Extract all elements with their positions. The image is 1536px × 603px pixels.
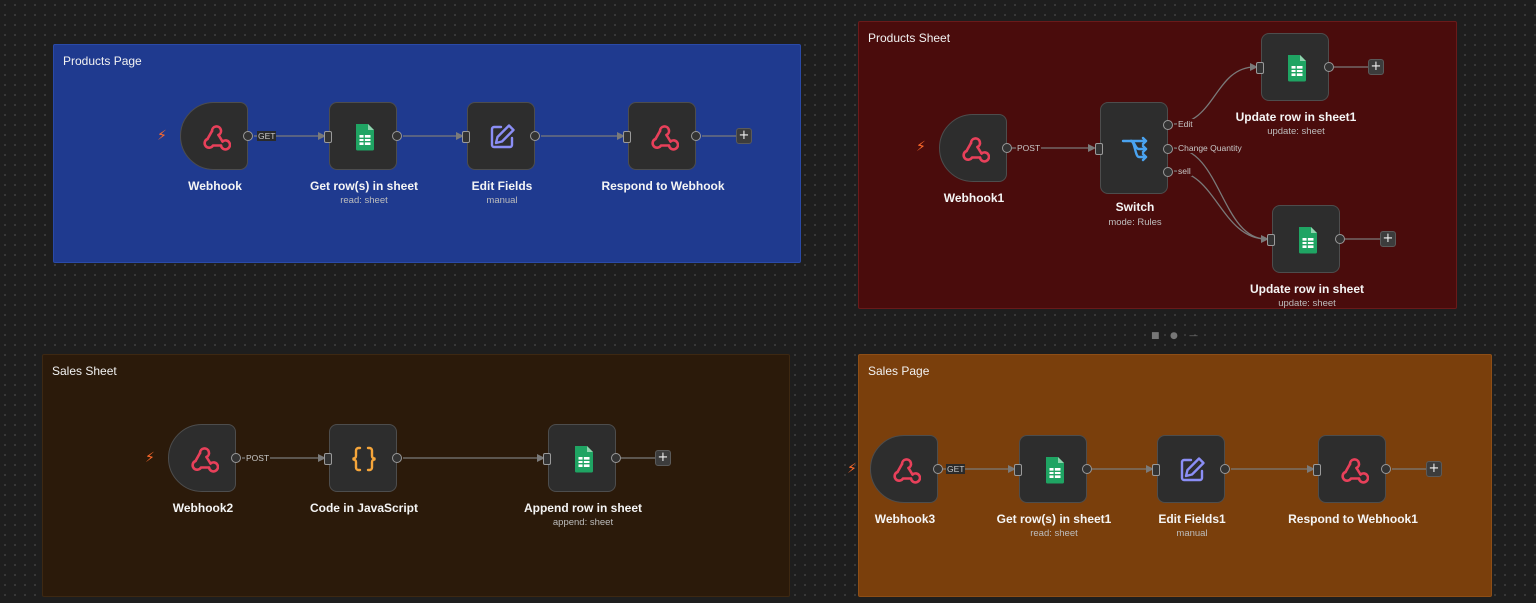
webhook-icon: [889, 454, 921, 486]
node-title: Switch: [1115, 200, 1155, 214]
add-node-button[interactable]: +: [736, 128, 752, 144]
node-webhook2[interactable]: Webhook2: [168, 424, 241, 515]
switch-icon: [1119, 133, 1151, 165]
node-title: Code in JavaScript: [309, 501, 419, 515]
node-get-rows1[interactable]: Get row(s) in sheet1 read: sheet: [997, 435, 1111, 539]
add-node-button[interactable]: +: [1368, 59, 1384, 75]
node-subtitle: update: sheet: [1278, 298, 1336, 309]
edge-label-get-2: GET: [946, 464, 966, 474]
group-title: Sales Sheet: [52, 364, 117, 378]
node-webhook1[interactable]: Webhook1: [939, 114, 1012, 205]
input-port[interactable]: [1095, 143, 1103, 155]
group-title: Sales Page: [868, 364, 930, 378]
output-port[interactable]: [392, 453, 402, 463]
output-port[interactable]: [243, 131, 253, 141]
input-port[interactable]: [1014, 464, 1022, 476]
edge-label-sell: sell: [1177, 166, 1192, 176]
output-port[interactable]: [691, 131, 701, 141]
group-sales-sheet[interactable]: Sales Sheet: [42, 354, 790, 597]
output-port-sell[interactable]: [1163, 167, 1173, 177]
node-title: Respond to Webhook: [601, 179, 725, 193]
webhook-icon: [1337, 454, 1369, 486]
edge-label-get: GET: [257, 131, 277, 141]
trigger-bolt-icon: ⚡: [145, 450, 155, 466]
node-switch[interactable]: Switch mode: Rules: [1095, 102, 1173, 228]
group-title: Products Sheet: [868, 31, 951, 45]
add-node-button[interactable]: +: [1426, 461, 1442, 477]
node-webhook[interactable]: Webhook: [180, 102, 253, 193]
google-sheets-icon: [1038, 454, 1070, 486]
input-port[interactable]: [462, 131, 470, 143]
webhook-icon: [187, 443, 219, 475]
google-sheets-icon: [1291, 224, 1323, 256]
output-port[interactable]: [530, 131, 540, 141]
output-port-edit[interactable]: [1163, 120, 1173, 130]
webhook-icon: [958, 133, 990, 165]
node-edit-fields[interactable]: Edit Fields manual: [462, 102, 540, 206]
output-port[interactable]: [1324, 62, 1334, 72]
google-sheets-icon: [1280, 52, 1312, 84]
output-port[interactable]: [611, 453, 621, 463]
node-subtitle: update: sheet: [1267, 126, 1325, 137]
trigger-bolt-icon: ⚡: [916, 139, 926, 155]
input-port[interactable]: [1313, 464, 1321, 476]
webhook-icon: [199, 121, 231, 153]
input-port[interactable]: [324, 131, 332, 143]
output-port[interactable]: [933, 464, 943, 474]
output-port[interactable]: [1335, 234, 1345, 244]
node-get-rows[interactable]: Get row(s) in sheet read: sheet: [310, 102, 418, 206]
node-subtitle: append: sheet: [552, 517, 614, 528]
node-title: Respond to Webhook1: [1288, 512, 1418, 526]
edge-label-post: POST: [1016, 143, 1042, 153]
input-port[interactable]: [324, 453, 332, 465]
node-webhook3[interactable]: Webhook3: [870, 435, 943, 526]
trigger-bolt-icon: ⚡: [847, 461, 857, 477]
trigger-bolt-icon: ⚡: [157, 128, 167, 144]
webhook-icon: [647, 121, 679, 153]
node-edit-fields1[interactable]: Edit Fields1 manual: [1152, 435, 1230, 539]
edit-icon: [486, 121, 518, 153]
input-port[interactable]: [1256, 62, 1264, 74]
code-icon: [348, 443, 380, 475]
node-title: Update row in sheet: [1249, 282, 1365, 296]
node-append-row-in-sheet[interactable]: Append row in sheet append: sheet: [524, 424, 642, 528]
node-subtitle: mode: Rules: [1108, 217, 1162, 228]
circle-icon[interactable]: ●: [1170, 331, 1178, 341]
node-title: Edit Fields: [471, 179, 533, 193]
output-port[interactable]: [1220, 464, 1230, 474]
node-title: Webhook2: [172, 501, 234, 515]
node-respond-to-webhook1[interactable]: Respond to Webhook1: [1288, 435, 1418, 526]
node-subtitle: manual: [486, 195, 518, 206]
group-title: Products Page: [63, 54, 142, 68]
output-port[interactable]: [1082, 464, 1092, 474]
node-title: Edit Fields1: [1158, 512, 1226, 526]
input-port[interactable]: [1267, 234, 1275, 246]
node-code-in-javascript[interactable]: Code in JavaScript: [310, 424, 418, 515]
output-port[interactable]: [1381, 464, 1391, 474]
input-port[interactable]: [623, 131, 631, 143]
minus-icon[interactable]: —: [1189, 331, 1198, 341]
edge-label-edit: Edit: [1177, 119, 1194, 129]
node-title: Update row in sheet1: [1235, 110, 1357, 124]
node-title: Append row in sheet: [523, 501, 642, 515]
output-port-change-quantity[interactable]: [1163, 144, 1173, 154]
edit-icon: [1176, 454, 1208, 486]
node-title: Webhook1: [943, 191, 1005, 205]
edge-label-change-quantity: Change Quantity: [1177, 143, 1243, 153]
google-sheets-icon: [348, 121, 380, 153]
google-sheets-icon: [567, 443, 599, 475]
edge-label-post-2: POST: [245, 453, 271, 463]
add-node-button[interactable]: +: [655, 450, 671, 466]
output-port[interactable]: [392, 131, 402, 141]
output-port[interactable]: [231, 453, 241, 463]
delete-icon[interactable]: ■: [1151, 331, 1160, 341]
input-port[interactable]: [543, 453, 551, 465]
node-subtitle: manual: [1176, 528, 1208, 539]
node-respond-to-webhook[interactable]: Respond to Webhook: [601, 102, 725, 193]
add-node-button[interactable]: +: [1380, 231, 1396, 247]
node-update-row-in-sheet1[interactable]: Update row in sheet1 update: sheet: [1236, 33, 1356, 137]
input-port[interactable]: [1152, 464, 1160, 476]
node-update-row-in-sheet[interactable]: Update row in sheet update: sheet: [1250, 205, 1364, 309]
output-port[interactable]: [1002, 143, 1012, 153]
